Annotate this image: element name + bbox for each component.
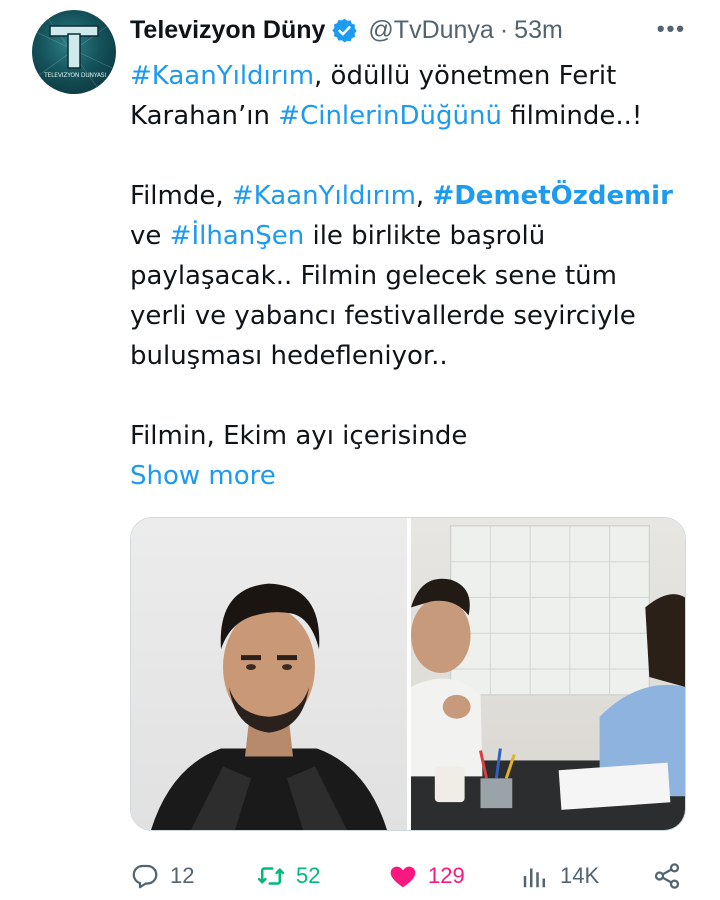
reply-count: 12 — [170, 863, 195, 888]
portrait-illustration — [151, 583, 387, 830]
share-icon — [654, 863, 680, 889]
repost-icon — [257, 867, 285, 885]
views-count: 14K — [560, 863, 600, 888]
media-photo-scene[interactable] — [411, 518, 685, 830]
verified-badge-icon — [332, 18, 358, 42]
action-bar: 12 52 129 14K — [130, 856, 690, 896]
text-segment: , ödüllü yönetmen Ferit — [314, 61, 617, 91]
text-line-8: Filmin, Ekim ayı içerisinde — [130, 421, 468, 451]
text-segment: Karahan’ın — [130, 101, 279, 131]
text-line-1: #KaanYıldırım, ödüllü yönetmen Ferit — [130, 56, 700, 96]
hashtag-link[interactable]: #İlhanŞen — [170, 221, 305, 251]
scene-illustration — [411, 525, 685, 830]
repost-button[interactable]: 52 — [256, 856, 320, 896]
text-line-2: Karahan’ın #CinlerinDüğünü filminde..! — [130, 96, 700, 136]
text-line-7: buluşması hedefleniyor.. — [130, 341, 448, 371]
tweet-header: Televizyon Düny @TvDunya · 53m ••• — [130, 12, 700, 48]
separator-dot: · — [499, 15, 509, 44]
handle[interactable]: @TvDunya — [368, 16, 493, 45]
like-button[interactable]: 129 — [388, 856, 465, 896]
text-line-6: yerli ve yabancı festivallerde seyirciyl… — [130, 301, 636, 331]
hashtag-link[interactable]: #CinlerinDüğünü — [278, 101, 502, 131]
show-more-link[interactable]: Show more — [130, 456, 700, 496]
like-icon — [390, 866, 416, 888]
hashtag-link[interactable]: #DemetÖzdemir — [432, 181, 672, 211]
timestamp[interactable]: 53m — [514, 16, 563, 45]
views-button[interactable]: 14K — [520, 856, 599, 896]
text-segment: filminde..! — [501, 101, 643, 131]
text-line-3: Filmde, #KaanYıldırım, #DemetÖzdemir — [130, 176, 700, 216]
avatar-caption: TELEVIZYON DUNYASI — [44, 72, 106, 79]
avatar[interactable]: TELEVIZYON DUNYASI — [32, 10, 116, 94]
text-segment: , — [415, 181, 433, 211]
hashtag-link[interactable]: #KaanYıldırım — [130, 61, 314, 91]
more-icon[interactable]: ••• — [657, 16, 686, 42]
text-segment: ile birlikte başrolü — [304, 221, 546, 251]
repost-count: 52 — [296, 863, 321, 888]
tweet-text: #KaanYıldırım, ödüllü yönetmen Ferit Kar… — [130, 56, 700, 496]
reply-button[interactable]: 12 — [130, 856, 194, 896]
text-segment: Filmde, — [130, 181, 232, 211]
text-line-5: paylaşacak.. Filmin gelecek sene tüm — [130, 261, 617, 291]
media-gallery — [130, 517, 686, 831]
text-segment: ve — [130, 221, 170, 251]
reply-icon — [132, 864, 158, 889]
like-count: 129 — [428, 863, 465, 888]
share-button[interactable] — [652, 856, 682, 896]
display-name[interactable]: Televizyon Düny — [130, 16, 325, 45]
views-icon — [523, 868, 545, 888]
text-line-4: ve #İlhanŞen ile birlikte başrolü — [130, 216, 700, 256]
avatar-logo — [32, 10, 116, 94]
hashtag-link[interactable]: #KaanYıldırım — [232, 181, 416, 211]
media-photo-portrait[interactable] — [131, 518, 407, 830]
